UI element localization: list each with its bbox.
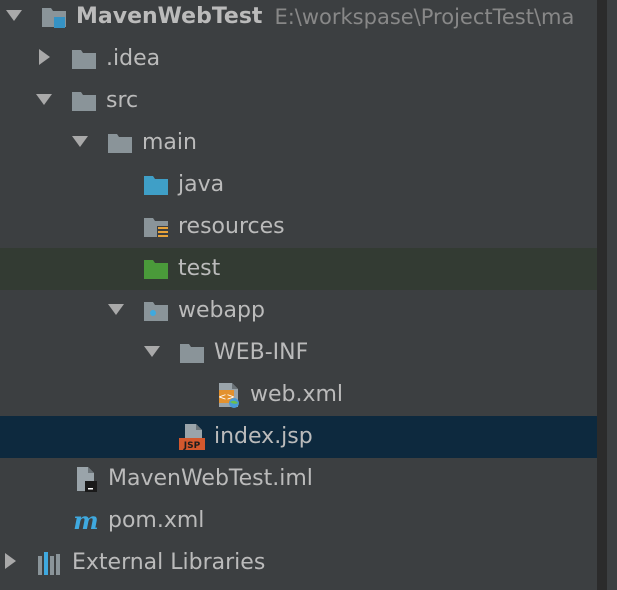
chevron-down-icon[interactable] xyxy=(106,299,134,323)
tree-node-java[interactable]: java xyxy=(0,164,607,206)
tree-node-label: src xyxy=(106,88,139,113)
tree-node-label: webapp xyxy=(178,298,265,323)
chevron-down-icon[interactable] xyxy=(4,5,32,29)
tree-node-external-libraries[interactable]: External Libraries xyxy=(0,542,607,584)
scrollbar-track[interactable] xyxy=(597,0,607,590)
maven-icon: m xyxy=(72,507,100,535)
tree-node-idea[interactable]: .idea xyxy=(0,38,607,80)
svg-text:JSP: JSP xyxy=(183,441,201,451)
folder-icon xyxy=(70,45,98,73)
tree-node-main[interactable]: main xyxy=(0,122,607,164)
tree-node-src[interactable]: src xyxy=(0,80,607,122)
iml-file-icon xyxy=(72,465,100,493)
svg-text:m: m xyxy=(73,507,98,535)
tree-node-label: java xyxy=(178,172,225,197)
source-folder-icon xyxy=(142,171,170,199)
tree-node-label: test xyxy=(178,256,221,281)
folder-icon xyxy=(106,129,134,157)
tree-node-webapp[interactable]: webapp xyxy=(0,290,607,332)
tree-node-resources[interactable]: resources xyxy=(0,206,607,248)
chevron-down-icon[interactable] xyxy=(70,131,98,155)
tree-node-indexjsp[interactable]: JSP index.jsp xyxy=(0,416,607,458)
resources-folder-icon xyxy=(142,213,170,241)
tree-node-label: resources xyxy=(178,214,285,239)
tree-node-webxml[interactable]: <> web.xml xyxy=(0,374,607,416)
test-folder-icon xyxy=(142,255,170,283)
tree-node-label: WEB-INF xyxy=(214,340,309,365)
chevron-down-icon[interactable] xyxy=(142,341,170,365)
tree-node-label: pom.xml xyxy=(108,508,205,533)
web-folder-icon xyxy=(142,297,170,325)
tree-node-label: .idea xyxy=(106,46,161,71)
module-path: E:\workspase\ProjectTest\ma xyxy=(274,5,575,29)
chevron-down-icon[interactable] xyxy=(34,89,62,113)
tree-node-label: web.xml xyxy=(250,382,344,407)
tree-node-label: index.jsp xyxy=(214,424,313,449)
folder-icon xyxy=(178,339,206,367)
tree-node-label: External Libraries xyxy=(72,550,266,575)
tree-node-label: MavenWebTest.iml xyxy=(108,466,313,491)
library-icon xyxy=(36,549,64,577)
tree-node-test[interactable]: test xyxy=(0,248,607,290)
tree-node-root[interactable]: MavenWebTest E:\workspase\ProjectTest\ma xyxy=(0,0,607,38)
xml-file-icon: <> xyxy=(214,381,242,409)
tree-node-pom[interactable]: m pom.xml xyxy=(0,500,607,542)
tree-node-iml[interactable]: MavenWebTest.iml xyxy=(0,458,607,500)
chevron-right-icon[interactable] xyxy=(0,551,28,575)
chevron-right-icon[interactable] xyxy=(34,47,62,71)
tree-node-webinf[interactable]: WEB-INF xyxy=(0,332,607,374)
module-folder-icon xyxy=(40,3,68,31)
folder-icon xyxy=(70,87,98,115)
tree-node-label: MavenWebTest xyxy=(76,4,263,29)
jsp-file-icon: JSP xyxy=(178,423,206,451)
tree-node-label: main xyxy=(142,130,197,155)
project-tree: MavenWebTest E:\workspase\ProjectTest\ma… xyxy=(0,0,607,590)
